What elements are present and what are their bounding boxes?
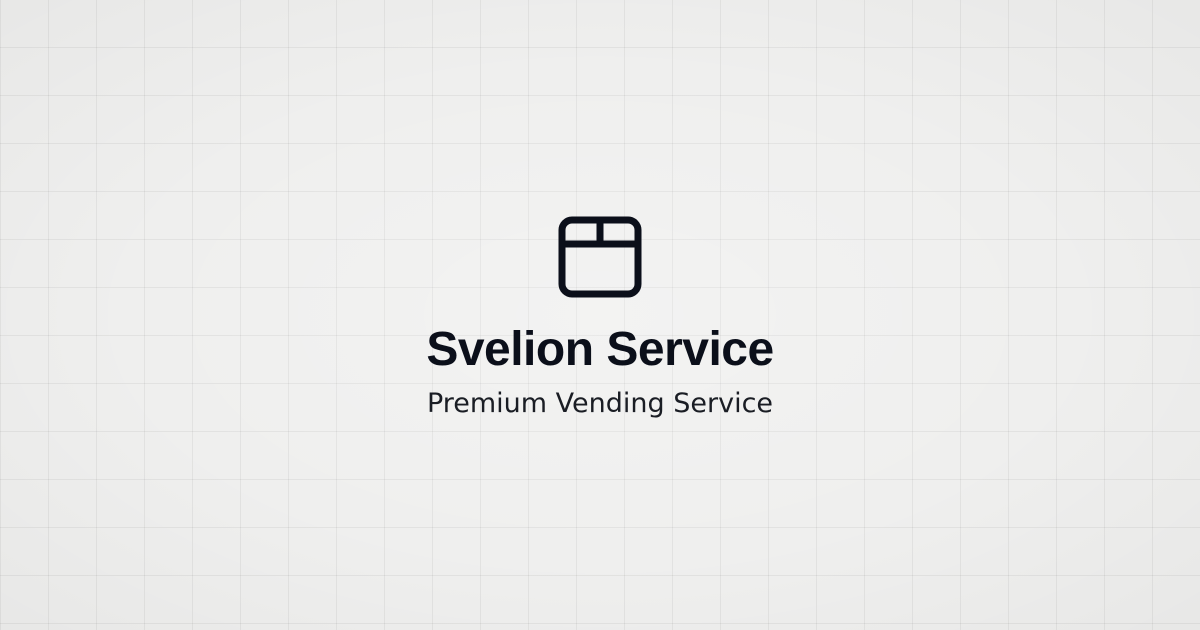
brand-title: Svelion Service: [426, 323, 774, 376]
package-box-icon: [558, 216, 642, 300]
brand-tagline: Premium Vending Service: [426, 388, 774, 419]
brand-hero: Svelion Service Premium Vending Service: [0, 0, 1200, 630]
